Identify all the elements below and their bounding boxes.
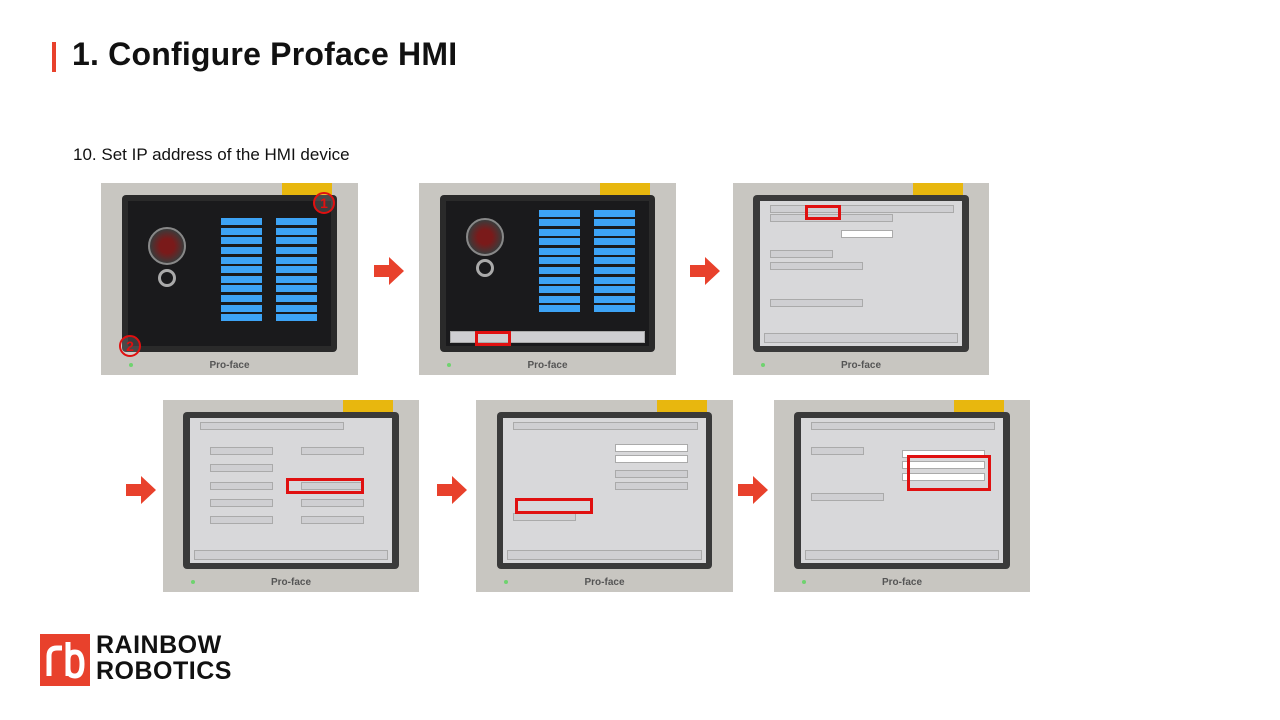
brand-label: Pro-face bbox=[840, 360, 882, 372]
brand-label: Pro-face bbox=[527, 360, 568, 372]
title-accent-bar bbox=[52, 42, 56, 72]
right-arrow-icon bbox=[126, 476, 156, 504]
highlight-box bbox=[907, 455, 991, 491]
right-arrow-icon bbox=[437, 476, 467, 504]
brand-label: Pro-face bbox=[584, 577, 625, 589]
slide-title: 1. Configure Proface HMI bbox=[72, 36, 458, 72]
highlight-box bbox=[805, 205, 841, 220]
highlight-box bbox=[515, 498, 593, 514]
brand-label: Pro-face bbox=[270, 577, 312, 589]
callout-1: 1 bbox=[313, 192, 335, 214]
brand-label: Pro-face bbox=[881, 577, 923, 589]
hmi-photo-1: 1 2 Pro-face bbox=[101, 183, 358, 375]
right-arrow-icon bbox=[374, 257, 404, 285]
hmi-photo-6: Pro-face bbox=[774, 400, 1030, 592]
highlight-box bbox=[475, 331, 511, 346]
brand-label: Pro-face bbox=[209, 360, 250, 372]
right-arrow-icon bbox=[738, 476, 768, 504]
right-arrow-icon bbox=[690, 257, 720, 285]
highlight-box bbox=[286, 478, 364, 494]
hmi-photo-3: Pro-face bbox=[733, 183, 989, 375]
rb-logo-icon bbox=[40, 634, 90, 686]
step-text: 10. Set IP address of the HMI device bbox=[73, 145, 350, 164]
logo-line2: ROBOTICS bbox=[96, 657, 232, 685]
callout-2: 2 bbox=[119, 335, 141, 357]
hmi-photo-4: Pro-face bbox=[163, 400, 419, 592]
logo-line1: RAINBOW bbox=[96, 631, 222, 659]
hmi-photo-5: Pro-face bbox=[476, 400, 733, 592]
hmi-photo-2: Pro-face bbox=[419, 183, 676, 375]
